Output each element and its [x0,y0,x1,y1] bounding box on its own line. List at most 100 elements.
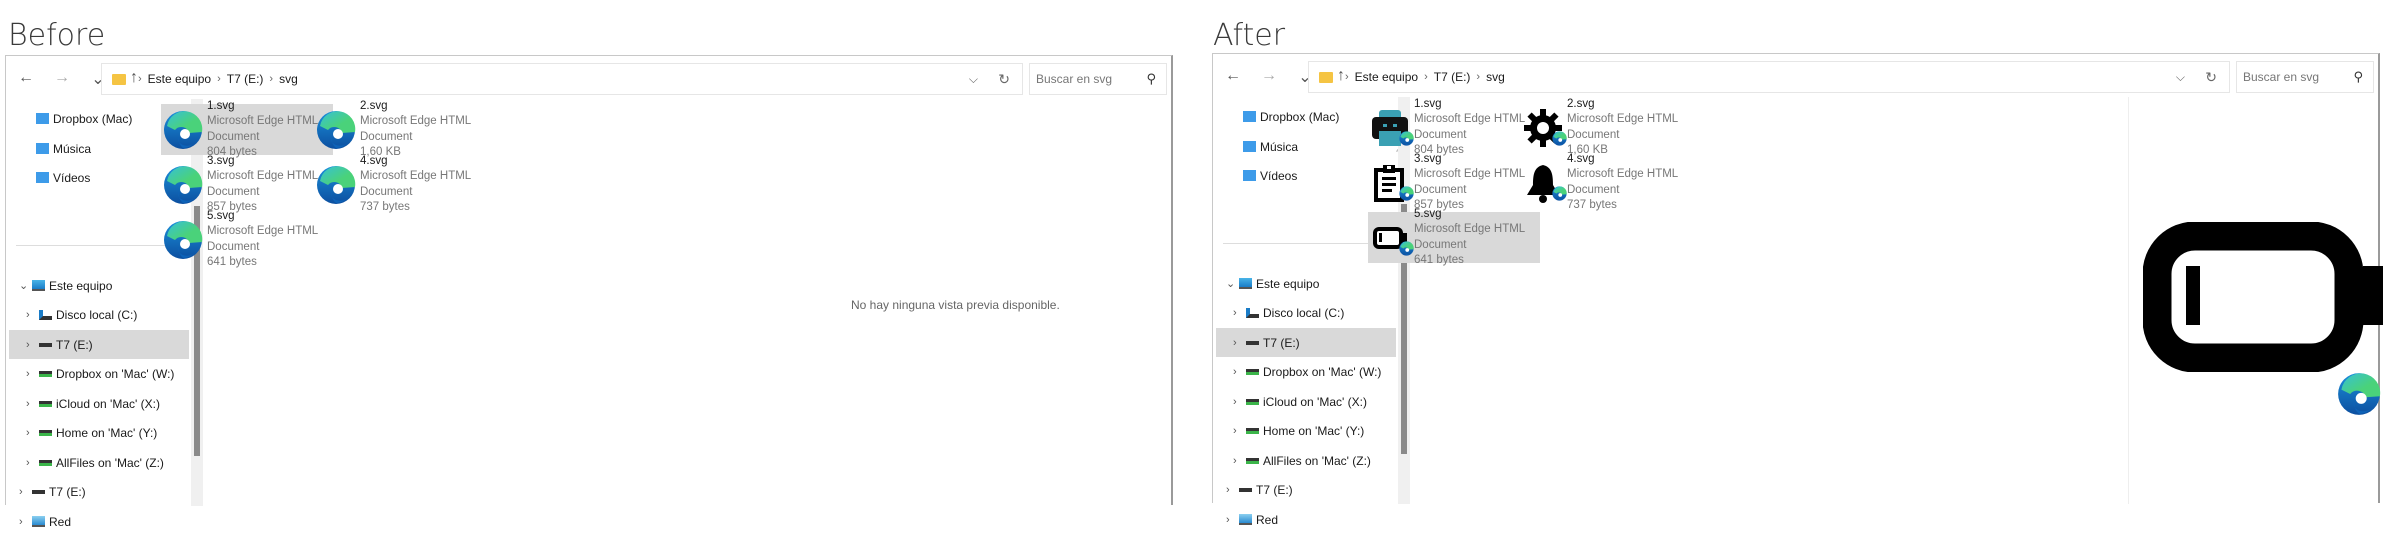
search-input[interactable]: Buscar en svg ⚲ [1029,63,1167,95]
chevron-right-icon[interactable]: › [19,516,23,528]
file-item[interactable]: 2.svg Microsoft Edge HTML Document 1,60 KB [1521,98,1693,156]
search-placeholder: Buscar en svg [1036,72,1113,86]
breadcrumb-item[interactable]: svg [279,72,298,86]
chevron-right-icon[interactable]: › [26,457,30,469]
file-item[interactable]: 4.svg Microsoft Edge HTML Document 737 byt… [314,155,486,213]
nav-tree-item[interactable]: ⌄ Este equipo [9,271,189,300]
chevron-right-icon[interactable]: › [1233,307,1237,319]
nav-item-label: iCloud on 'Mac' (X:) [56,396,160,411]
file-item[interactable]: 1.svg Microsoft Edge HTML Document 804 byt… [1368,98,1540,156]
breadcrumb-item[interactable]: Este equipo [1355,70,1418,84]
nav-tree-item[interactable]: › T7 (E:) [9,330,189,359]
preview-divider[interactable] [2128,97,2129,504]
nav-item-label: Dropbox (Mac) [53,111,133,126]
nav-tree-item[interactable]: › T7 (E:) [9,478,189,507]
nav-tree-item[interactable]: › Dropbox on 'Mac' (W:) [1216,358,1396,387]
file-item[interactable]: 4.svg Microsoft Edge HTML Document 737 byt… [1521,153,1693,211]
chevron-right-icon[interactable]: › [26,309,30,321]
chevron-down-icon[interactable]: ⌵ [969,72,978,87]
nav-tree-item[interactable]: › iCloud on 'Mac' (X:) [9,389,189,418]
search-icon: ⚲ [1146,71,1156,86]
chevron-right-icon[interactable]: › [1226,484,1230,496]
file-explorer-window: ← → ⌄ ↑ › Este equipo › T7 (E:) › svg ⌵ ↻ Buscar en … [5,55,1173,529]
nav-tree-item[interactable]: › Disco local (C:) [1216,299,1396,328]
refresh-icon[interactable]: ↻ [2205,69,2217,86]
nav-tree-item[interactable]: › AllFiles on 'Mac' (Z:) [9,448,189,477]
chevron-right-icon: › [1476,71,1481,83]
chevron-right-icon[interactable]: › [1233,396,1237,408]
nav-tree-item[interactable]: › Red [9,507,189,536]
back-button[interactable]: ← [16,69,36,89]
chevron-down-icon[interactable]: ⌵ [2176,70,2185,85]
chevron-right-icon[interactable]: › [26,427,30,439]
file-item[interactable]: 3.svg Microsoft Edge HTML Document 857 byt… [1368,153,1540,211]
nav-tree-item[interactable]: › Disco local (C:) [9,301,189,330]
file-type: Microsoft Edge HTML Document [1414,223,1525,251]
preview-message: No hay ninguna vista previa disponible. [851,298,1060,312]
back-button[interactable]: ← [1223,67,1243,87]
nav-tree-item[interactable]: › Dropbox on 'Mac' (W:) [9,360,189,389]
network-drive-icon [39,430,52,436]
chevron-right-icon[interactable]: › [26,368,30,380]
nav-tree-item[interactable]: › T7 (E:) [1216,328,1396,357]
file-item[interactable]: 1.svg Microsoft Edge HTML Document 804 byt… [161,100,333,158]
chevron-down-icon[interactable]: ⌄ [1226,277,1235,290]
nav-tree-item[interactable]: ⌄ Este equipo [1216,269,1396,298]
chevron-right-icon[interactable]: › [1226,514,1230,526]
file-type: Microsoft Edge HTML Document [207,225,318,253]
edge-badge-icon [1552,130,1567,151]
nav-tree-item[interactable]: › AllFiles on 'Mac' (Z:) [1216,446,1396,475]
file-item[interactable]: 2.svg Microsoft Edge HTML Document 1,60 KB [314,100,486,158]
nav-item-label: Dropbox (Mac) [1260,109,1340,124]
network-drive-icon [1246,369,1259,375]
file-size: 641 bytes [1414,254,1464,266]
chevron-down-icon[interactable]: ⌄ [19,279,28,292]
chevron-right-icon[interactable]: › [26,339,30,351]
clipboard-icon [1370,163,1414,203]
file-item[interactable]: 3.svg Microsoft Edge HTML Document 857 byt… [161,155,333,213]
breadcrumb-item[interactable]: T7 (E:) [227,72,264,86]
local-disk-icon [1246,308,1259,318]
chevron-right-icon[interactable]: › [1233,425,1237,437]
nav-tree-item[interactable]: › Red [1216,505,1396,534]
edge-file-icon [316,110,356,150]
address-bar[interactable]: › Este equipo › T7 (E:) › svg ⌵ ↻ [101,63,1023,95]
search-input[interactable]: Buscar en svg ⚲ [2236,61,2374,93]
computer-icon [1239,278,1252,289]
search-placeholder: Buscar en svg [2243,70,2320,84]
chevron-right-icon[interactable]: › [19,486,23,498]
folder-icon [1243,141,1256,152]
nav-tree-item[interactable]: › Home on 'Mac' (Y:) [9,419,189,448]
chevron-right-icon[interactable]: › [1233,455,1237,467]
gear-icon [1523,108,1567,148]
nav-item-label: T7 (E:) [49,485,86,499]
breadcrumb-item[interactable]: Este equipo [148,72,211,86]
file-name: 2.svg [360,99,388,112]
nav-item-label: Disco local (C:) [1263,306,1345,320]
chevron-right-icon[interactable]: › [1233,366,1237,378]
breadcrumb-item[interactable]: T7 (E:) [1434,70,1471,84]
chevron-right-icon[interactable]: › [1233,337,1237,349]
file-type: Microsoft Edge HTML Document [1567,168,1678,196]
nav-tree-item[interactable]: › iCloud on 'Mac' (X:) [1216,387,1396,416]
nav-item-label: Vídeos [1260,168,1298,183]
refresh-icon[interactable]: ↻ [998,71,1010,88]
nav-tree-item[interactable]: › Home on 'Mac' (Y:) [1216,417,1396,446]
breadcrumb-item[interactable]: svg [1486,70,1505,84]
chevron-right-icon[interactable]: › [26,398,30,410]
file-explorer-window: ← → ⌄ ↑ › Este equipo › T7 (E:) › svg ⌵ ↻ Buscar en … [1212,53,2383,527]
nav-tree-item[interactable]: › T7 (E:) [1216,476,1396,505]
forward-button[interactable]: → [1259,67,1279,87]
file-size: 737 bytes [1567,199,1617,211]
preview-battery-icon [2142,221,2383,377]
folder-icon [112,73,126,85]
folder-icon [1243,111,1256,122]
nav-item-label: Vídeos [53,170,91,185]
file-item[interactable]: 5.svg Microsoft Edge HTML Document 641 byt… [161,210,333,268]
drive-icon [1246,340,1259,345]
bell-icon [1523,163,1567,203]
forward-button[interactable]: → [52,69,72,89]
file-item[interactable]: 5.svg Microsoft Edge HTML Document 641 byt… [1368,208,1540,266]
address-bar[interactable]: › Este equipo › T7 (E:) › svg ⌵ ↻ [1308,61,2230,93]
nav-item-label: Red [1256,512,1279,527]
